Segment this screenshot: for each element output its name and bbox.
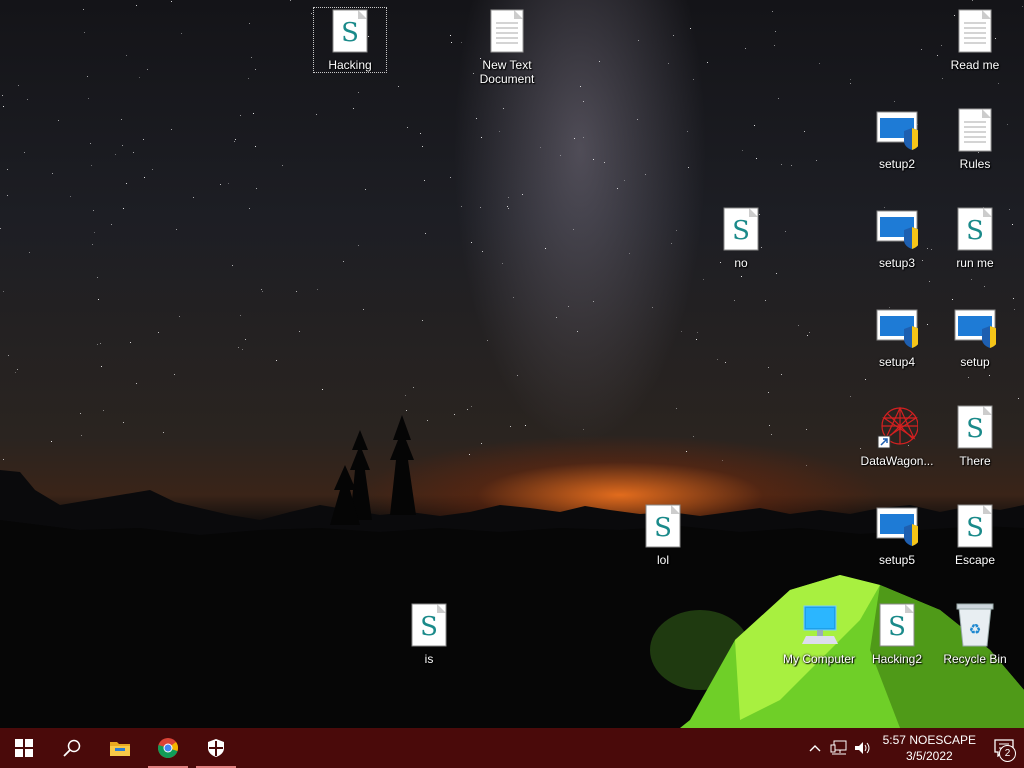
text-file-icon (486, 8, 528, 54)
icon-label: run me (956, 256, 994, 270)
installer-shield-icon (876, 107, 918, 153)
icon-label: Hacking2 (871, 652, 923, 666)
desktop-icon-recycle-bin[interactable]: ♻ Recycle Bin (937, 600, 1013, 696)
notification-count-badge: 2 (999, 745, 1016, 762)
network-button[interactable] (827, 728, 851, 768)
desktop-icon-run-me[interactable]: S run me (937, 204, 1013, 300)
desktop-icon-rules[interactable]: Rules (937, 105, 1013, 201)
svg-text:S: S (888, 612, 906, 642)
svg-text:♻: ♻ (969, 621, 982, 637)
clock[interactable]: 5:57 NOESCAPE 3/5/2022 (875, 732, 984, 764)
installer-shield-icon (954, 305, 996, 351)
desktop-icon-read-me[interactable]: Read me (937, 6, 1013, 102)
icon-label: There (959, 454, 991, 468)
script-file-icon: S (329, 8, 371, 54)
svg-text:S: S (732, 216, 750, 246)
desktop-icon-setup[interactable]: setup (937, 303, 1013, 399)
desktop-icon-lol[interactable]: S lol (625, 501, 701, 597)
volume-button[interactable] (851, 728, 875, 768)
file-explorer-icon (110, 742, 130, 756)
icon-label: Hacking (328, 58, 372, 72)
icon-label: DataWagon... (860, 454, 934, 468)
desktop-icon-setup4[interactable]: setup4 (859, 303, 935, 399)
desktop-icon-setup3[interactable]: setup3 (859, 204, 935, 300)
desktop-icon-hacking[interactable]: S Hacking (312, 6, 388, 74)
script-file-icon: S (954, 404, 996, 450)
icon-label: no (734, 256, 748, 270)
system-tray: 5:57 NOESCAPE 3/5/2022 2 (803, 728, 1024, 768)
icon-label: Recycle Bin (943, 652, 1007, 666)
desktop-icon-escape[interactable]: S Escape (937, 501, 1013, 597)
icon-label: setup5 (878, 553, 916, 567)
search-icon (63, 739, 81, 757)
desktop-icon-is[interactable]: S is (391, 600, 467, 696)
svg-text:S: S (966, 414, 984, 444)
svg-text:S: S (966, 216, 984, 246)
icon-label: lol (656, 553, 669, 567)
clock-time: 5:57 NOESCAPE (882, 733, 976, 747)
installer-shield-icon (876, 206, 918, 252)
icon-label: My Computer (782, 652, 856, 666)
recycle-bin-icon: ♻ (954, 602, 996, 648)
security-shield-icon (208, 739, 224, 757)
taskbar-security[interactable] (192, 728, 240, 768)
show-hidden-icons-button[interactable] (803, 728, 827, 768)
desktop-background: S Hacking New Text Document Read me setu… (0, 0, 1024, 728)
start-button[interactable] (0, 728, 48, 768)
desktop-icon-new-text-document[interactable]: New Text Document (469, 6, 545, 102)
icon-label: New Text Document (479, 58, 535, 86)
clock-date: 3/5/2022 (905, 749, 953, 763)
computer-monitor-icon (798, 602, 840, 648)
script-file-icon: S (408, 602, 450, 648)
chevron-up-icon (809, 745, 821, 752)
desktop-icon-my-computer[interactable]: My Computer (781, 600, 857, 696)
icon-label: setup2 (878, 157, 916, 171)
desktop-icon-setup5[interactable]: setup5 (859, 501, 935, 597)
action-center-button[interactable]: 2 (984, 728, 1024, 768)
icon-label: setup3 (878, 256, 916, 270)
svg-text:S: S (420, 612, 438, 642)
svg-text:S: S (341, 18, 359, 48)
windows-start-icon (15, 739, 33, 757)
icon-label: is (424, 652, 434, 666)
search-button[interactable] (48, 728, 96, 768)
script-file-icon: S (642, 503, 684, 549)
script-file-icon: S (876, 602, 918, 648)
network-icon (830, 740, 847, 755)
icon-label: Read me (950, 58, 1000, 72)
datawagon-shortcut-icon (876, 404, 918, 450)
text-file-icon (954, 8, 996, 54)
icon-label: Escape (954, 553, 996, 567)
icon-label: Rules (959, 157, 991, 171)
script-file-icon: S (954, 206, 996, 252)
svg-text:S: S (654, 513, 672, 543)
desktop-icon-no[interactable]: S no (703, 204, 779, 300)
icon-label: setup (960, 355, 990, 369)
chrome-icon (158, 738, 178, 758)
script-file-icon: S (720, 206, 762, 252)
taskbar: 5:57 NOESCAPE 3/5/2022 2 (0, 728, 1024, 768)
taskbar-file-explorer[interactable] (96, 728, 144, 768)
taskbar-chrome[interactable] (144, 728, 192, 768)
installer-shield-icon (876, 305, 918, 351)
icon-label: setup4 (878, 355, 916, 369)
speaker-icon (854, 742, 870, 754)
desktop-icon-datawagon[interactable]: DataWagon... (859, 402, 935, 498)
text-file-icon (954, 107, 996, 153)
desktop-icon-hacking2[interactable]: S Hacking2 (859, 600, 935, 696)
desktop-icon-there[interactable]: S There (937, 402, 1013, 498)
installer-shield-icon (876, 503, 918, 549)
svg-text:S: S (966, 513, 984, 543)
desktop-icon-setup2[interactable]: setup2 (859, 105, 935, 201)
script-file-icon: S (954, 503, 996, 549)
